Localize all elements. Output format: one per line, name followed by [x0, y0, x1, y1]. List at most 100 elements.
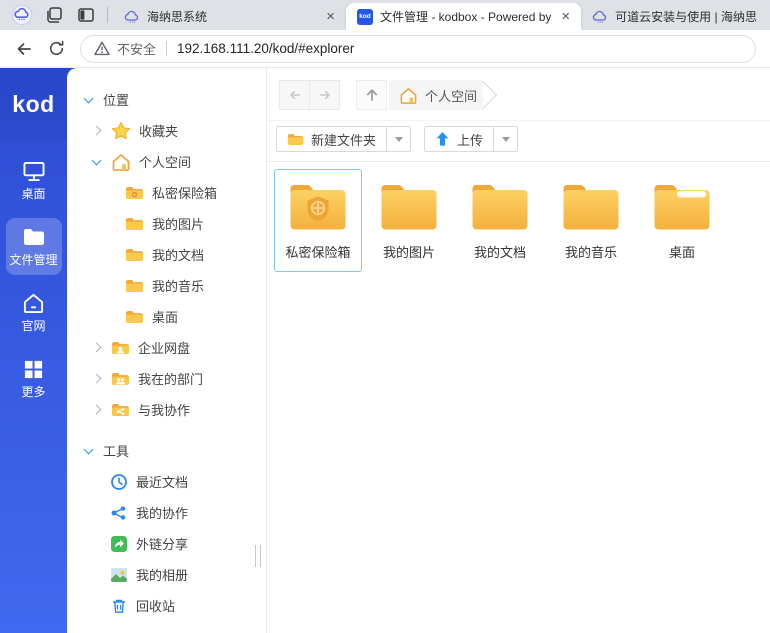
tree-item-favorites[interactable]: 收藏夹	[67, 115, 266, 146]
folder-user-icon	[111, 340, 130, 355]
tree-item-desktop[interactable]: 桌面	[67, 301, 266, 332]
tree-item-my-collab[interactable]: 我的协作	[67, 497, 266, 528]
chevron-down-icon[interactable]	[92, 155, 102, 165]
tree-item-label: 我的音乐	[152, 276, 204, 295]
new-folder-dropdown-button[interactable]	[387, 126, 411, 152]
browser-tab[interactable]: 海纳思系统×	[113, 3, 346, 30]
tree-item-label: 回收站	[136, 596, 175, 615]
sidebar-toggle-icon[interactable]	[70, 2, 102, 28]
history-forward-button[interactable]	[309, 80, 340, 110]
tree-item-file-types[interactable]: 文件类型	[67, 629, 161, 633]
chevron-right-icon[interactable]	[92, 126, 102, 136]
url-field[interactable]: 不安全 192.168.111.20/kod/#explorer	[80, 35, 756, 63]
trash-icon	[110, 597, 128, 615]
tree-item-recent-docs[interactable]: 最近文档	[67, 466, 266, 497]
tree-item-label: 工具	[103, 441, 129, 460]
file-grid: 私密保险箱我的图片我的文档我的音乐桌面	[267, 162, 770, 272]
tab-close-icon[interactable]: ×	[323, 9, 338, 24]
folder-icon	[6, 226, 62, 248]
breadcrumb-bar: 个人空间	[267, 68, 770, 121]
security-label[interactable]: 不安全	[117, 39, 156, 58]
tree-item-my-albums[interactable]: 我的相册	[67, 559, 266, 590]
history-back-button[interactable]	[279, 80, 310, 110]
chevron-right-icon[interactable]	[92, 343, 102, 353]
rail-item-label: 文件管理	[6, 251, 62, 268]
home-icon	[399, 87, 418, 104]
tree-item-personal-space[interactable]: 个人空间	[67, 146, 266, 177]
divider	[107, 7, 108, 23]
file-name: 桌面	[641, 242, 723, 261]
upload-arrow-icon	[435, 131, 450, 147]
file-name: 我的文档	[459, 242, 541, 261]
refresh-icon[interactable]	[40, 34, 72, 64]
tree-item-label: 收藏夹	[139, 121, 178, 140]
clock-icon	[110, 473, 128, 491]
tree-item-my-department[interactable]: 我在的部门	[67, 363, 266, 394]
folder-icon	[125, 278, 144, 293]
app-body: 位置收藏夹个人空间私密保险箱我的图片我的文档我的音乐桌面企业网盘我在的部门与我协…	[67, 68, 770, 633]
tree-item-label: 我的协作	[136, 503, 188, 522]
tree-item-label: 与我协作	[138, 400, 190, 419]
chevron-right-icon[interactable]	[92, 405, 102, 415]
browser-tab-bar: 海纳思系统×kod文件管理 - kodbox - Powered by×可道云安…	[0, 0, 770, 30]
upload-split-button: 上传	[424, 126, 518, 152]
upload-button[interactable]: 上传	[424, 126, 494, 152]
file-item-desktop[interactable]: 桌面	[638, 169, 726, 272]
share-nodes-icon	[110, 504, 128, 522]
rail-item-桌面[interactable]: 桌面	[6, 152, 62, 209]
folder-safe-large-icon	[277, 180, 359, 234]
cloud-favicon	[592, 9, 608, 25]
caret-down-icon	[502, 137, 510, 142]
tab-stack-icon[interactable]	[38, 2, 70, 28]
kod-logo[interactable]: kod	[0, 68, 67, 140]
file-item-my-documents[interactable]: 我的文档	[456, 169, 544, 272]
url-text[interactable]: 192.168.111.20/kod/#explorer	[177, 41, 354, 56]
back-icon[interactable]	[8, 34, 40, 64]
browser-logo-icon[interactable]	[6, 2, 38, 28]
home-icon	[111, 153, 131, 171]
tree-item-label: 外链分享	[136, 534, 188, 553]
cloud-favicon	[124, 9, 140, 25]
tab-title: 文件管理 - kodbox - Powered by	[380, 8, 551, 25]
tree-item-recycle-bin[interactable]: 回收站	[67, 590, 266, 621]
new-folder-button[interactable]: 新建文件夹	[276, 126, 387, 152]
file-item-safe-box[interactable]: 私密保险箱	[274, 169, 362, 272]
tree-item-my-documents[interactable]: 我的文档	[67, 239, 266, 270]
file-item-my-music[interactable]: 我的音乐	[547, 169, 635, 272]
chevron-right-icon[interactable]	[92, 374, 102, 384]
browser-tab[interactable]: kod文件管理 - kodbox - Powered by×	[346, 3, 581, 30]
upload-dropdown-button[interactable]	[494, 126, 518, 152]
chevron-down-icon[interactable]	[84, 444, 94, 454]
tree-item-tools[interactable]: 工具	[67, 435, 266, 466]
tree-item-label: 我的图片	[152, 214, 204, 233]
star-icon	[111, 121, 131, 140]
rail-item-文件管理[interactable]: 文件管理	[6, 218, 62, 275]
tree-item-my-music[interactable]: 我的音乐	[67, 270, 266, 301]
home-outline-icon	[6, 292, 62, 314]
chevron-down-icon[interactable]	[84, 93, 94, 103]
tree-item-link-share[interactable]: 外链分享	[67, 528, 266, 559]
panel-resize-handle[interactable]	[255, 545, 261, 567]
tree-item-company-disk[interactable]: 企业网盘	[67, 332, 266, 363]
file-item-my-pictures[interactable]: 我的图片	[365, 169, 453, 272]
folder-users-icon	[111, 371, 130, 386]
tree-item-location[interactable]: 位置	[67, 84, 266, 115]
file-browser-main: 个人空间 新建文件夹 上传	[267, 68, 770, 633]
tab-title: 可道云安装与使用 | 海纳思	[615, 8, 770, 25]
up-level-button[interactable]	[356, 80, 387, 110]
rail-item-官网[interactable]: 官网	[6, 284, 62, 341]
tree-item-shared-with-me[interactable]: 与我协作	[67, 394, 266, 425]
tree-item-my-pictures[interactable]: 我的图片	[67, 208, 266, 239]
browser-tab[interactable]: 可道云安装与使用 | 海纳思	[581, 3, 770, 30]
tree-item-label: 企业网盘	[138, 338, 190, 357]
browser-address-bar: 不安全 192.168.111.20/kod/#explorer	[0, 30, 770, 68]
tab-close-icon[interactable]: ×	[558, 9, 573, 24]
grid-icon	[6, 358, 62, 380]
kodbox-app: kod 桌面文件管理官网更多 位置收藏夹个人空间私密保险箱我的图片我的文档我的音…	[0, 68, 770, 633]
tree-item-label: 个人空间	[139, 152, 191, 171]
folder-icon	[125, 247, 144, 262]
tree-item-safe-box[interactable]: 私密保险箱	[67, 177, 266, 208]
rail-item-更多[interactable]: 更多	[6, 350, 62, 407]
desktop-icon	[6, 160, 62, 182]
rail-item-label: 桌面	[6, 185, 62, 202]
